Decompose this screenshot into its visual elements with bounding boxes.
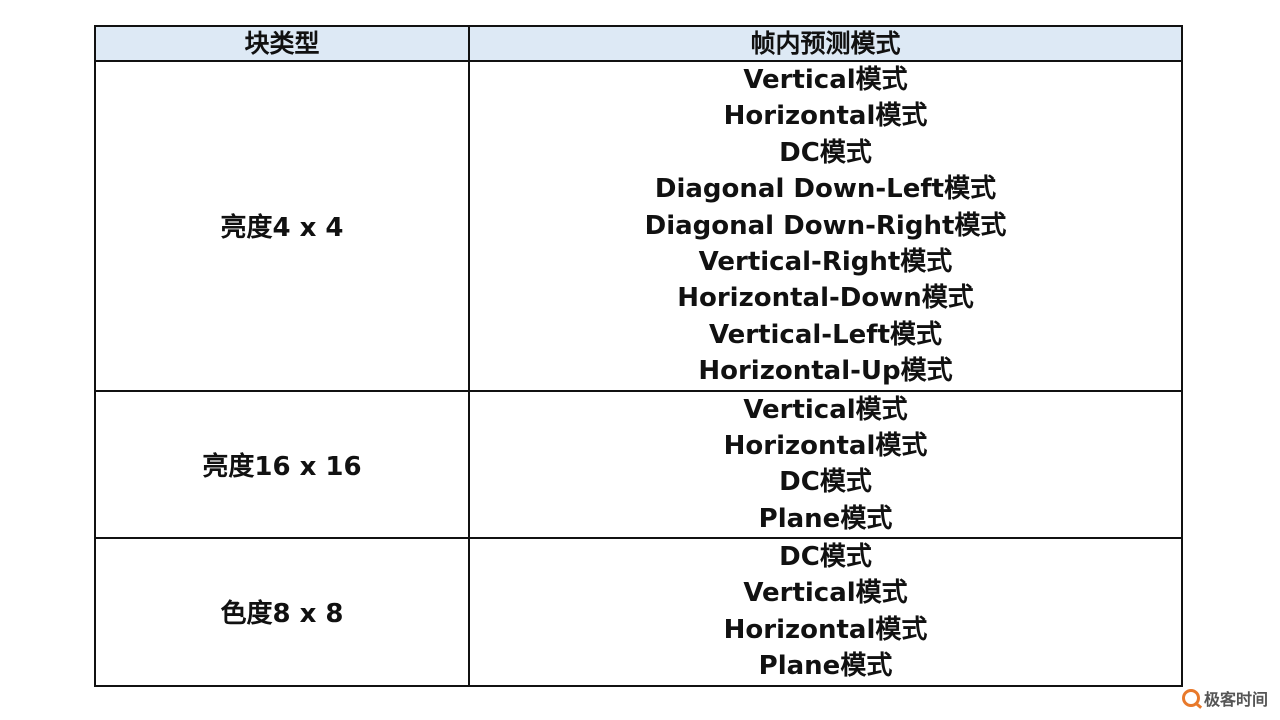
header-block-type: 块类型 <box>94 25 470 62</box>
mode-item: Diagonal Down-Right模式 <box>644 210 1007 241</box>
mode-item: Vertical模式 <box>743 578 908 609</box>
mode-item: Horizontal模式 <box>723 614 928 645</box>
mode-item: DC模式 <box>779 467 872 498</box>
mode-item: Horizontal模式 <box>723 430 928 461</box>
mode-list-cell: Vertical模式 Horizontal模式 DC模式 Plane模式 <box>468 389 1183 540</box>
header-row: 块类型 帧内预测模式 <box>94 25 1183 62</box>
mode-item: DC模式 <box>779 137 872 168</box>
intra-prediction-table: 块类型 帧内预测模式 亮度4 x 4 Vertical模式 Horizontal… <box>94 25 1183 687</box>
table-row-luma-4x4: 亮度4 x 4 Vertical模式 Horizontal模式 DC模式 Dia… <box>94 60 1183 392</box>
mode-list-cell: Vertical模式 Horizontal模式 DC模式 Diagonal Do… <box>468 60 1183 392</box>
geektime-logo-icon <box>1181 689 1200 707</box>
watermark-text: 极客时间 <box>1203 690 1268 709</box>
block-type-cell: 色度8 x 8 <box>94 537 470 687</box>
block-type-cell: 亮度16 x 16 <box>94 389 470 540</box>
mode-item: Horizontal模式 <box>723 101 928 132</box>
mode-item: Plane模式 <box>758 651 893 682</box>
mode-item: Vertical模式 <box>743 65 908 95</box>
mode-item: Horizontal-Down模式 <box>677 283 974 314</box>
mode-item: Vertical-Right模式 <box>698 246 953 277</box>
intra-prediction-table-wrap: 块类型 帧内预测模式 亮度4 x 4 Vertical模式 Horizontal… <box>94 25 1183 687</box>
watermark: 极客时间 <box>1181 686 1268 710</box>
mode-item: Horizontal-Up模式 <box>698 356 953 387</box>
header-intra-mode: 帧内预测模式 <box>468 25 1183 62</box>
mode-item: Plane模式 <box>758 503 893 534</box>
mode-item: Diagonal Down-Left模式 <box>654 174 997 205</box>
block-type-cell: 亮度4 x 4 <box>94 60 470 392</box>
table-row-luma-16x16: 亮度16 x 16 Vertical模式 Horizontal模式 DC模式 P… <box>94 389 1183 540</box>
mode-item: Vertical模式 <box>743 394 908 425</box>
table-row-chroma-8x8: 色度8 x 8 DC模式 Vertical模式 Horizontal模式 Pla… <box>94 537 1183 687</box>
mode-item: Vertical-Left模式 <box>708 319 943 350</box>
table-body: 亮度4 x 4 Vertical模式 Horizontal模式 DC模式 Dia… <box>94 60 1183 687</box>
mode-list-cell: DC模式 Vertical模式 Horizontal模式 Plane模式 <box>468 537 1183 687</box>
table-header: 块类型 帧内预测模式 <box>94 25 1183 62</box>
mode-item: DC模式 <box>779 542 872 573</box>
